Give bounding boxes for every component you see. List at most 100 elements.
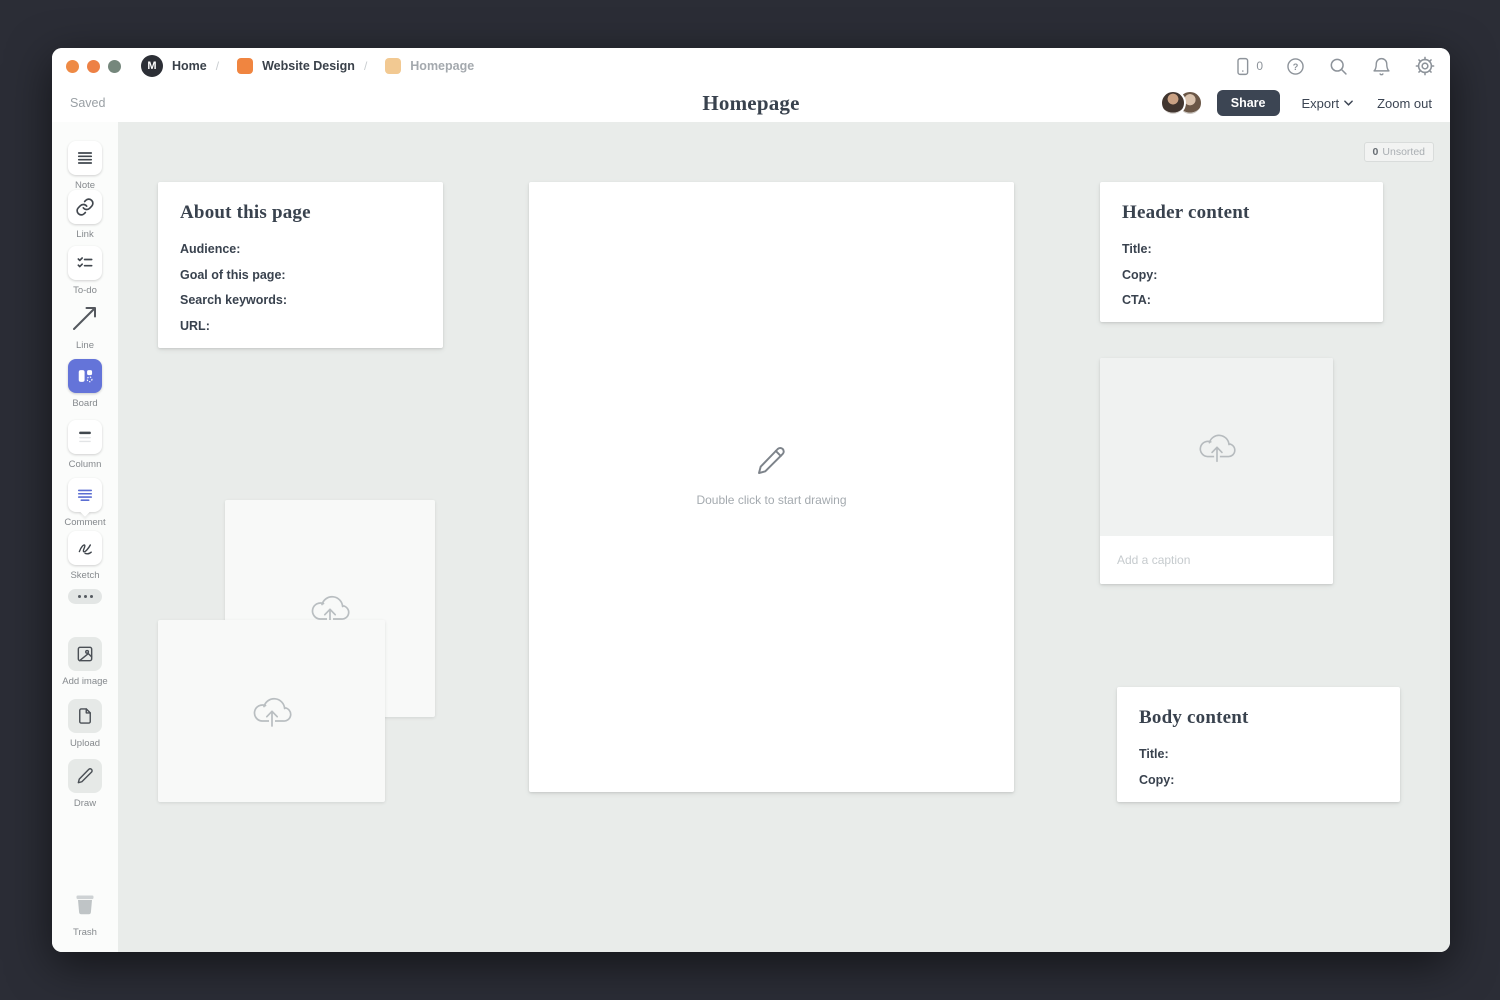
trash-icon [70, 890, 100, 920]
board-chip-orange-icon [237, 58, 253, 74]
help-button[interactable]: ? [1285, 56, 1306, 77]
column-icon [75, 427, 95, 447]
avatar[interactable] [1160, 90, 1186, 116]
field-label: Audience: [180, 237, 421, 263]
cloud-upload-icon [1194, 427, 1240, 467]
chevron-down-icon [1344, 100, 1353, 106]
tool-label: Trash [52, 927, 118, 938]
card-title: About this page [180, 202, 421, 224]
settings-button[interactable] [1414, 55, 1436, 77]
tool-label: Draw [52, 798, 118, 809]
drawing-card[interactable]: Double click to start drawing [529, 182, 1014, 792]
comment-icon [75, 485, 95, 505]
zoom-out-button[interactable]: Zoom out [1377, 96, 1432, 111]
board-header: Saved Homepage Share Export Zoom out [52, 84, 1450, 123]
device-sync-button[interactable]: 0 [1231, 56, 1263, 77]
sidebar-item-add-image[interactable]: Add image [52, 637, 118, 687]
image-drop-area[interactable] [1100, 358, 1333, 536]
tool-label: Sketch [52, 570, 118, 581]
share-button[interactable]: Share [1217, 90, 1280, 116]
unsorted-count: 0 [1373, 146, 1379, 158]
field-label: Title: [1139, 742, 1378, 768]
pencil-icon [753, 443, 789, 479]
cloud-upload-icon [248, 690, 296, 732]
board-chip-faded-icon [385, 58, 401, 74]
drawing-hint: Double click to start drawing [696, 493, 846, 507]
sidebar-item-draw[interactable]: Draw [52, 759, 118, 809]
sidebar-item-board[interactable]: Board [52, 359, 118, 409]
breadcrumb-homepage[interactable]: Homepage [410, 59, 474, 73]
tool-label: To-do [52, 285, 118, 296]
app-window: M Home / Website Design / Homepage 0 ? [52, 48, 1450, 952]
titlebar: M Home / Website Design / Homepage 0 ? [52, 48, 1450, 84]
ellipsis-icon [68, 589, 102, 604]
close-window-button[interactable] [66, 60, 79, 73]
tool-label: Add image [52, 676, 118, 687]
note-icon [75, 148, 95, 168]
image-icon [75, 644, 95, 664]
collaborator-avatars[interactable] [1160, 90, 1203, 116]
notifications-button[interactable] [1371, 56, 1392, 77]
breadcrumb-separator: / [364, 59, 367, 73]
sidebar-item-sketch[interactable]: Sketch [52, 531, 118, 581]
tool-label: Board [52, 398, 118, 409]
pencil-icon [75, 766, 95, 786]
link-icon [75, 197, 95, 217]
notifications-icon [1371, 56, 1392, 77]
sidebar-item-upload[interactable]: Upload [52, 699, 118, 749]
search-icon [1328, 56, 1349, 77]
fullscreen-window-button[interactable] [108, 60, 121, 73]
search-button[interactable] [1328, 56, 1349, 77]
device-icon [1231, 56, 1252, 77]
sidebar-item-line[interactable]: Line [52, 301, 118, 351]
comment-tail [79, 505, 90, 516]
image-placeholder-card[interactable] [158, 620, 385, 802]
breadcrumb-website-design[interactable]: Website Design [262, 59, 355, 73]
field-label: Search keywords: [180, 288, 421, 314]
minimize-window-button[interactable] [87, 60, 100, 73]
svg-text:?: ? [1293, 62, 1299, 72]
sidebar-item-more[interactable] [52, 589, 118, 604]
sidebar-item-todo[interactable]: To-do [52, 246, 118, 296]
tool-label: Comment [52, 517, 118, 528]
export-label: Export [1302, 96, 1340, 111]
note-card-header-content[interactable]: Header content Title: Copy: CTA: [1100, 182, 1383, 322]
todo-icon [75, 253, 95, 273]
tool-label: Upload [52, 738, 118, 749]
tool-label: Line [52, 340, 118, 351]
tool-sidebar: Note Link To-do Line [52, 122, 119, 952]
tool-label: Column [52, 459, 118, 470]
settings-icon [1414, 55, 1436, 77]
sidebar-item-comment[interactable]: Comment [52, 478, 118, 528]
saved-status: Saved [70, 96, 105, 110]
board-canvas[interactable]: 0 Unsorted About this page Audience: Goa… [118, 122, 1450, 952]
sidebar-item-trash[interactable]: Trash [52, 888, 118, 938]
sketch-icon [75, 538, 96, 559]
note-card-body-content[interactable]: Body content Title: Copy: [1117, 687, 1400, 802]
export-button[interactable]: Export [1302, 96, 1354, 111]
help-icon: ? [1285, 56, 1306, 77]
field-label: Title: [1122, 237, 1361, 263]
sidebar-item-note[interactable]: Note [52, 141, 118, 191]
breadcrumb-separator: / [216, 59, 219, 73]
arrow-line-icon [70, 303, 100, 333]
tool-label: Link [52, 229, 118, 240]
device-count: 0 [1256, 59, 1263, 73]
milanote-logo-icon[interactable]: M [141, 55, 163, 77]
field-label: Copy: [1122, 263, 1361, 289]
note-card-about[interactable]: About this page Audience: Goal of this p… [158, 182, 443, 348]
field-label: URL: [180, 314, 421, 340]
sidebar-item-column[interactable]: Column [52, 420, 118, 470]
unsorted-label: Unsorted [1382, 146, 1425, 158]
card-title: Header content [1122, 202, 1361, 224]
unsorted-badge[interactable]: 0 Unsorted [1364, 142, 1434, 162]
board-icon [75, 366, 95, 386]
field-label: CTA: [1122, 288, 1361, 314]
breadcrumb-home[interactable]: Home [172, 59, 207, 73]
card-title: Body content [1139, 707, 1378, 729]
field-label: Goal of this page: [180, 263, 421, 289]
caption-input[interactable]: Add a caption [1100, 536, 1333, 584]
sidebar-item-link[interactable]: Link [52, 190, 118, 240]
image-upload-card[interactable]: Add a caption [1100, 358, 1333, 584]
file-icon [75, 706, 95, 726]
